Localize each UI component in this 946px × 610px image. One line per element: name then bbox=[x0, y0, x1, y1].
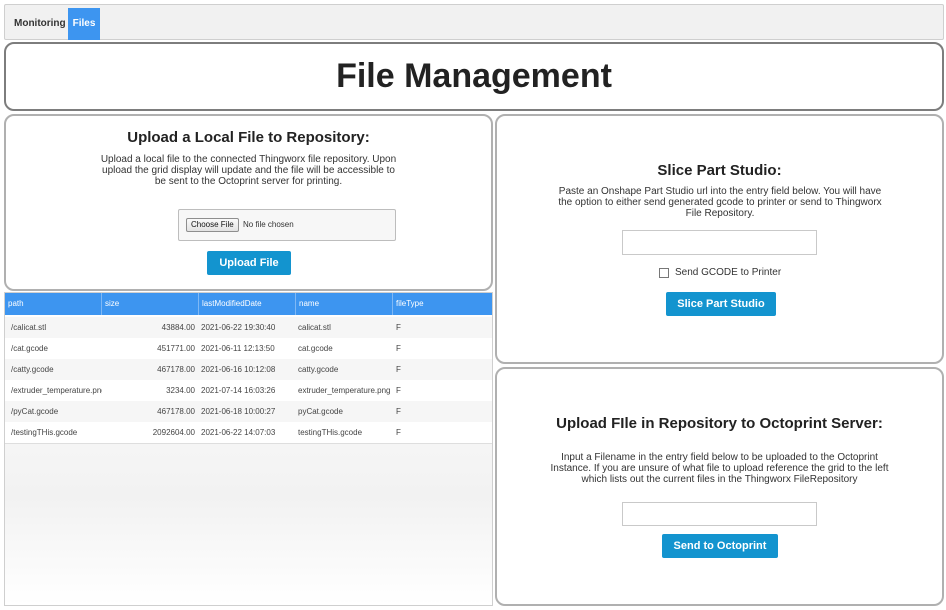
cell-path: /catty.gcode bbox=[11, 365, 54, 374]
octoprint-upload-card: Upload FIle in Repository to Octoprint S… bbox=[495, 367, 944, 606]
slice-part-studio-card: Slice Part Studio: Paste an Onshape Part… bbox=[495, 114, 944, 364]
files-grid: path size lastModifiedDate name fileType… bbox=[4, 292, 493, 606]
tab-monitoring[interactable]: Monitoring bbox=[7, 8, 73, 40]
page-header: File Management bbox=[4, 42, 944, 111]
cell-size: 43884.00 bbox=[161, 323, 195, 332]
cell-lastmodifieddate: 2021-06-11 12:13:50 bbox=[201, 344, 275, 353]
send-gcode-label: Send GCODE to Printer bbox=[675, 267, 782, 278]
send-gcode-checkbox[interactable] bbox=[659, 268, 669, 278]
page-title: File Management bbox=[336, 57, 612, 95]
cell-filetype: F bbox=[396, 428, 401, 437]
upload-local-title: Upload a Local File to Repository: bbox=[127, 129, 370, 146]
cell-filetype: F bbox=[396, 386, 401, 395]
cell-size: 467178.00 bbox=[157, 365, 195, 374]
cell-path: /cat.gcode bbox=[11, 344, 48, 353]
cell-path: /pyCat.gcode bbox=[11, 407, 59, 416]
column-header-name[interactable]: name bbox=[296, 293, 393, 315]
table-row[interactable]: /extruder_temperature.png 3234.00 2021-0… bbox=[5, 380, 492, 402]
table-row[interactable]: /cat.gcode 451771.00 2021-06-11 12:13:50… bbox=[5, 338, 492, 360]
send-to-octoprint-button[interactable]: Send to Octoprint bbox=[662, 534, 778, 558]
table-row[interactable]: /pyCat.gcode 467178.00 2021-06-18 10:00:… bbox=[5, 401, 492, 423]
cell-name: extruder_temperature.png bbox=[298, 386, 391, 395]
cell-path: /extruder_temperature.png bbox=[11, 386, 102, 395]
cell-size: 467178.00 bbox=[157, 407, 195, 416]
tab-bar: Monitoring Files bbox=[4, 4, 944, 40]
cell-lastmodifieddate: 2021-06-22 14:07:03 bbox=[201, 428, 276, 437]
cell-name: pyCat.gcode bbox=[298, 407, 343, 416]
cell-size: 3234.00 bbox=[166, 386, 195, 395]
cell-name: testingTHis.gcode bbox=[298, 428, 363, 437]
upload-file-button[interactable]: Upload File bbox=[207, 251, 291, 275]
cell-lastmodifieddate: 2021-06-22 19:30:40 bbox=[201, 323, 276, 332]
column-header-size[interactable]: size bbox=[102, 293, 199, 315]
file-input[interactable]: Choose File No file chosen bbox=[178, 209, 396, 241]
cell-size: 2092604.00 bbox=[152, 428, 195, 437]
slice-description: Paste an Onshape Part Studio url into th… bbox=[558, 186, 882, 219]
slice-part-studio-button[interactable]: Slice Part Studio bbox=[666, 292, 776, 316]
choose-file-button[interactable]: Choose File bbox=[186, 218, 239, 232]
column-header-filetype[interactable]: fileType bbox=[393, 293, 492, 315]
grid-header: path size lastModifiedDate name fileType bbox=[5, 293, 492, 315]
slice-title: Slice Part Studio: bbox=[657, 162, 782, 179]
cell-filetype: F bbox=[396, 407, 401, 416]
upload-local-description: Upload a local file to the connected Thi… bbox=[100, 154, 397, 187]
cell-filetype: F bbox=[396, 344, 401, 353]
cell-filetype: F bbox=[396, 323, 401, 332]
cell-size: 451771.00 bbox=[157, 344, 195, 353]
table-row[interactable]: /catty.gcode 467178.00 2021-06-16 10:12:… bbox=[5, 359, 492, 381]
table-row[interactable]: /calicat.stl 43884.00 2021-06-22 19:30:4… bbox=[5, 317, 492, 339]
cell-path: /testingTHis.gcode bbox=[11, 428, 78, 437]
tab-files[interactable]: Files bbox=[68, 8, 100, 40]
cell-lastmodifieddate: 2021-06-16 10:12:08 bbox=[201, 365, 276, 374]
cell-path: /calicat.stl bbox=[11, 323, 47, 332]
cell-name: cat.gcode bbox=[298, 344, 333, 353]
filename-input[interactable] bbox=[622, 502, 817, 526]
part-studio-url-input[interactable] bbox=[622, 230, 817, 255]
cell-lastmodifieddate: 2021-06-18 10:00:27 bbox=[201, 407, 276, 416]
cell-lastmodifieddate: 2021-07-14 16:03:26 bbox=[201, 386, 276, 395]
upload-local-card: Upload a Local File to Repository: Uploa… bbox=[4, 114, 493, 291]
column-header-path[interactable]: path bbox=[5, 293, 102, 315]
cell-name: catty.gcode bbox=[298, 365, 339, 374]
table-row[interactable]: /testingTHis.gcode 2092604.00 2021-06-22… bbox=[5, 422, 492, 444]
octoprint-title: Upload FIle in Repository to Octoprint S… bbox=[556, 415, 883, 432]
no-file-chosen-text: No file chosen bbox=[243, 220, 294, 229]
column-header-lastmodifieddate[interactable]: lastModifiedDate bbox=[199, 293, 296, 315]
cell-filetype: F bbox=[396, 365, 401, 374]
cell-name: calicat.stl bbox=[298, 323, 331, 332]
octoprint-description: Input a Filename in the entry field belo… bbox=[550, 452, 889, 485]
